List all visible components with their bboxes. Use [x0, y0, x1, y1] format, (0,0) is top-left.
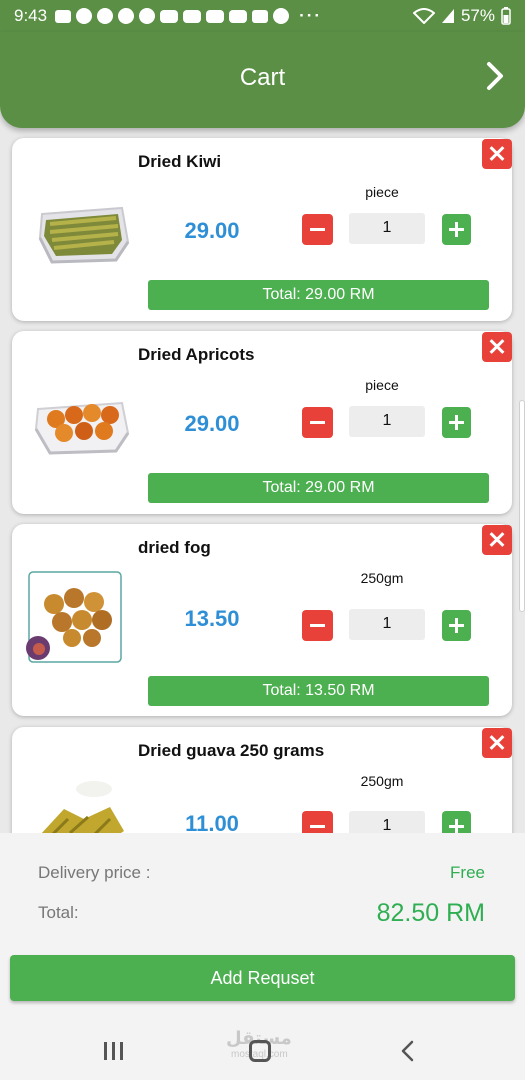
scrollbar[interactable] — [519, 400, 525, 612]
decrease-quantity-button[interactable] — [302, 407, 333, 438]
add-request-button[interactable]: Add Requset — [10, 955, 515, 1001]
decrease-quantity-button[interactable] — [302, 214, 333, 245]
delivery-value: Free — [450, 863, 485, 882]
message-icon — [55, 9, 72, 23]
chevron-right-icon[interactable] — [479, 58, 511, 94]
status-bar: 9:43 ··· 57% — [0, 0, 525, 32]
quantity-field[interactable]: 1 — [349, 609, 425, 640]
quantity-field[interactable]: 1 — [349, 406, 425, 437]
item-total: Total: 13.50 RM — [148, 676, 489, 706]
system-icons: 57% — [412, 6, 511, 26]
app-bar: Cart — [0, 32, 525, 128]
item-name: dried fog — [138, 538, 211, 557]
total-value: 82.50 RM — [376, 899, 485, 927]
item-price: 13.50 — [184, 606, 240, 631]
item-name: Dried guava 250 grams — [138, 741, 325, 760]
product-image — [41, 781, 124, 833]
notification-icons — [55, 8, 290, 24]
product-image — [38, 206, 130, 264]
status-time: 9:43 — [14, 6, 48, 25]
battery-icon — [501, 7, 511, 25]
item-total: Total: 29.00 RM — [148, 473, 489, 503]
item-total: Total: 29.00 RM — [148, 280, 489, 310]
youtube-icon — [229, 9, 248, 23]
decrease-quantity-button[interactable] — [302, 610, 333, 641]
quantity-field[interactable]: 1 — [349, 811, 425, 833]
remove-item-button[interactable] — [482, 525, 512, 555]
battery-percent: 57% — [460, 6, 495, 25]
item-unit: 250gm — [360, 570, 404, 586]
wifi-icon — [412, 8, 435, 24]
facebook-icon — [76, 8, 93, 24]
cart-item: Dried Kiwi 29.00 piece 1 Total: 29.00 RM — [12, 138, 512, 321]
cart-list[interactable]: Dried Kiwi 29.00 piece 1 Total: 29.00 RM… — [0, 128, 525, 833]
item-name: Dried Kiwi — [138, 152, 222, 171]
item-price: 11.00 — [185, 811, 239, 833]
gmail-icon — [252, 9, 269, 23]
pinterest-icon — [139, 8, 156, 24]
cart-item: Dried guava 250 grams 11.00 250gm 1 — [12, 727, 512, 833]
pinterest-icon — [273, 8, 290, 24]
item-unit: piece — [365, 377, 399, 393]
item-price: 29.00 — [184, 411, 240, 436]
youtube-icon — [160, 9, 179, 23]
decrease-quantity-button[interactable] — [302, 811, 333, 833]
home-icon[interactable] — [249, 1040, 271, 1062]
youtube-icon — [183, 9, 202, 23]
remove-item-button[interactable] — [482, 139, 512, 169]
product-image — [26, 571, 122, 663]
youtube-icon — [206, 9, 225, 23]
more-notifications-icon: ··· — [299, 6, 323, 25]
increase-quantity-button[interactable] — [442, 610, 471, 641]
page-title: Cart — [239, 64, 286, 91]
increase-quantity-button[interactable] — [442, 811, 471, 833]
delivery-label: Delivery price : — [38, 863, 151, 882]
signal-icon — [441, 9, 454, 23]
recent-apps-icon[interactable] — [104, 1042, 124, 1060]
remove-item-button[interactable] — [482, 728, 512, 758]
product-image — [34, 401, 130, 455]
system-nav-bar: مستقل mostaql.com — [0, 1020, 525, 1080]
item-unit: piece — [365, 184, 399, 200]
order-summary: Delivery price : Free Total: 82.50 RM Ad… — [0, 833, 525, 1020]
total-label: Total: — [38, 903, 79, 922]
back-icon[interactable] — [398, 1040, 418, 1062]
item-price: 29.00 — [184, 218, 240, 243]
facebook-icon — [118, 8, 135, 24]
item-name: Dried Apricots — [138, 345, 255, 364]
increase-quantity-button[interactable] — [442, 407, 471, 438]
cart-item: Dried Apricots 29.00 piece 1 Total: 29.0… — [12, 331, 512, 514]
quantity-field[interactable]: 1 — [349, 213, 425, 244]
facebook-icon — [97, 8, 114, 24]
item-unit: 250gm — [360, 773, 404, 789]
remove-item-button[interactable] — [482, 332, 512, 362]
cart-item: dried fog 13.50 250gm 1 Total: 13.50 RM — [12, 524, 512, 716]
increase-quantity-button[interactable] — [442, 214, 471, 245]
